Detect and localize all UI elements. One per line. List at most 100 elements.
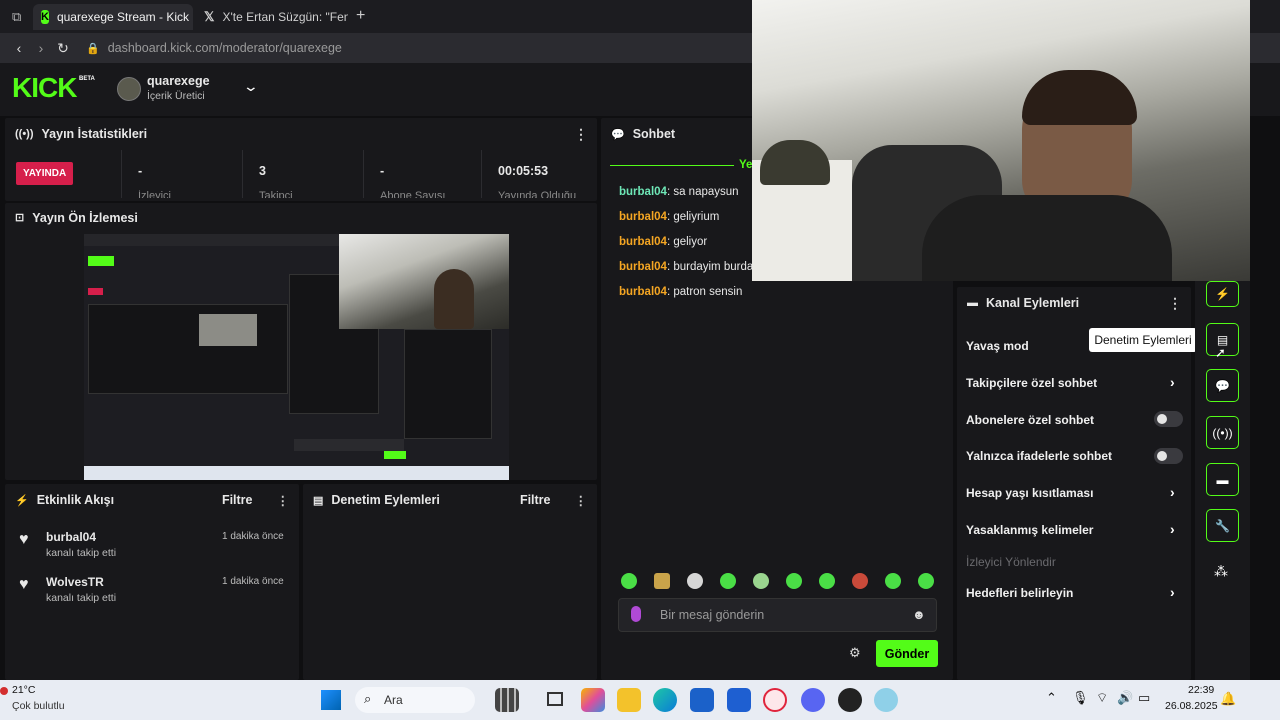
chat-view-button[interactable]: 💬 xyxy=(1206,369,1239,402)
folder-icon[interactable] xyxy=(617,688,641,712)
wrench-icon[interactable]: 🔧 xyxy=(1206,509,1239,542)
chevron-right-icon[interactable]: › xyxy=(1170,584,1175,600)
wifi-icon[interactable]: ⌔ xyxy=(1096,690,1108,706)
volume-icon[interactable]: 🔊 xyxy=(1117,690,1133,706)
modactions-title: Denetim Eylemleri xyxy=(331,493,440,507)
clock-date[interactable]: 26.08.2025 xyxy=(1165,700,1218,712)
chevron-right-icon[interactable]: › xyxy=(1170,374,1175,390)
preview-video[interactable] xyxy=(84,234,509,480)
lock-icon: 🔒 xyxy=(86,42,100,55)
microphone-tray-icon[interactable]: 🎙 xyxy=(1072,690,1089,706)
channel-role: İçerik Üretici xyxy=(147,90,205,102)
microphone-icon[interactable] xyxy=(631,606,641,622)
copilot-icon[interactable] xyxy=(581,688,605,712)
url-text[interactable]: dashboard.kick.com/moderator/quarexege xyxy=(108,41,342,55)
emote-icon[interactable] xyxy=(885,573,901,589)
emotes-only-toggle[interactable] xyxy=(1154,448,1183,464)
channel-actions-menu-icon[interactable]: ⋮ xyxy=(1168,295,1182,312)
task-view-icon[interactable] xyxy=(547,692,563,706)
new-tab-button[interactable]: + xyxy=(356,7,365,25)
app-icon[interactable] xyxy=(495,688,519,712)
customize-icon[interactable]: ⁂ xyxy=(1214,563,1228,580)
activity-item: ♥ WolvesTR kanalı takip etti 1 dakika ön… xyxy=(5,573,299,617)
subscribers-only-toggle[interactable] xyxy=(1154,411,1183,427)
emote-icon[interactable] xyxy=(918,573,934,589)
chat-text: : sa napaysun xyxy=(666,186,739,198)
broadcast-icon: ((•)) xyxy=(15,128,34,140)
chat-text: : geliyrium xyxy=(666,211,720,223)
weather-temp[interactable]: 21°C xyxy=(12,684,35,696)
tab-kick-label: quarexege Stream - Kick xyxy=(56,10,190,24)
forward-icon[interactable]: › xyxy=(30,40,52,56)
emote-icon[interactable] xyxy=(753,573,769,589)
tab-actions-icon[interactable]: ⧉ xyxy=(12,9,21,25)
chat-settings-gear-icon[interactable]: ⚙ xyxy=(849,645,861,661)
chevron-right-icon[interactable]: › xyxy=(1170,484,1175,500)
battery-icon[interactable]: ▭ xyxy=(1138,690,1150,706)
kick-favicon-icon: K xyxy=(41,10,49,24)
preview-header: ⊡ Yayın Ön İzlemesi xyxy=(5,203,597,232)
stat-uptime: 00:05:53 Yayında Olduğu xyxy=(481,150,597,198)
beta-label: BETA xyxy=(79,76,95,82)
chevron-right-icon[interactable]: › xyxy=(1170,521,1175,537)
emote-icon[interactable] xyxy=(819,573,835,589)
discord-icon[interactable] xyxy=(801,688,825,712)
account-age-item[interactable]: Hesap yaşı kısıtlaması xyxy=(966,486,1093,500)
store-icon[interactable] xyxy=(690,688,714,712)
modactions-menu-icon[interactable]: ⋮ xyxy=(575,493,588,508)
log-icon: ▤ xyxy=(313,494,324,507)
modactions-header: ▤ Denetim Eylemleri Filtre ⋮ xyxy=(303,484,597,516)
emote-icon[interactable] xyxy=(687,573,703,589)
stat-viewers: - İzleyici xyxy=(121,150,242,198)
emote-icon[interactable] xyxy=(654,573,670,589)
reload-icon[interactable]: ↻ xyxy=(52,40,74,57)
tab-x[interactable]: 𝕏 X'te Ertan Süzgün: "Fener xyxy=(196,4,348,30)
send-button[interactable]: Gönder xyxy=(876,640,938,667)
app-icon[interactable] xyxy=(874,688,898,712)
chevron-up-icon[interactable]: ⌃ xyxy=(1046,690,1057,706)
slow-mode-item[interactable]: Yavaş mod xyxy=(966,339,1029,353)
chat-input[interactable]: Bir mesaj gönderin ☻ xyxy=(618,598,937,632)
activity-filter-button[interactable]: Filtre xyxy=(222,493,253,507)
vscode-icon[interactable] xyxy=(727,688,751,712)
edge-icon[interactable] xyxy=(653,688,677,712)
chat-username[interactable]: burbal04 xyxy=(619,186,667,198)
broadcast-button[interactable]: ((•)) xyxy=(1206,416,1239,449)
stats-title: Yayın İstatistikleri xyxy=(41,127,148,141)
chevron-down-icon[interactable]: ⌄ xyxy=(243,78,259,95)
emote-icon[interactable] xyxy=(852,573,868,589)
clock-time[interactable]: 22:39 xyxy=(1188,684,1214,696)
stat-subscribers-label: Abone Sayısı xyxy=(380,190,446,198)
tab-kick[interactable]: K quarexege Stream - Kick xyxy=(33,4,193,30)
start-windows-icon[interactable] xyxy=(321,690,341,710)
chat-input-placeholder: Bir mesaj gönderin xyxy=(660,608,765,622)
banned-words-item[interactable]: Yasaklanmış kelimeler xyxy=(966,523,1093,537)
chat-username[interactable]: burbal04 xyxy=(619,236,667,248)
preview-title: Yayın Ön İzlemesi xyxy=(32,210,138,225)
stats-menu-icon[interactable]: ⋮ xyxy=(574,126,588,143)
chat-username[interactable]: burbal04 xyxy=(619,211,667,223)
stat-viewers-label: İzleyici xyxy=(138,190,172,198)
modactions-filter-button[interactable]: Filtre xyxy=(520,493,551,507)
stat-uptime-label: Yayında Olduğu xyxy=(498,190,577,198)
activity-menu-icon[interactable]: ⋮ xyxy=(277,493,290,508)
quick-action-bolt-button[interactable]: ⚡ xyxy=(1206,281,1239,307)
chat-username[interactable]: burbal04 xyxy=(619,261,667,273)
back-icon[interactable]: ‹ xyxy=(8,40,30,56)
channel-actions-title: Kanal Eylemleri xyxy=(986,296,1080,310)
obs-icon[interactable] xyxy=(838,688,862,712)
emote-icon[interactable] xyxy=(720,573,736,589)
emote-icon[interactable] xyxy=(786,573,802,589)
emote-icon[interactable] xyxy=(621,573,637,589)
followers-only-item[interactable]: Takipçilere özel sohbet xyxy=(966,376,1097,390)
opera-icon[interactable] xyxy=(763,688,787,712)
kick-logo[interactable]: KICK xyxy=(12,74,77,102)
chat-username[interactable]: burbal04 xyxy=(619,286,667,298)
chat-icon: 💬 xyxy=(611,128,625,141)
channel-actions-button[interactable]: ▬ xyxy=(1206,463,1239,496)
taskbar-search[interactable]: ⌕ Ara xyxy=(355,687,475,713)
avatar[interactable] xyxy=(117,77,141,101)
emoji-icon[interactable]: ☻ xyxy=(912,607,926,622)
notification-icon[interactable]: 🔔 xyxy=(1220,691,1236,707)
set-goals-item[interactable]: Hedefleri belirleyin xyxy=(966,586,1073,600)
